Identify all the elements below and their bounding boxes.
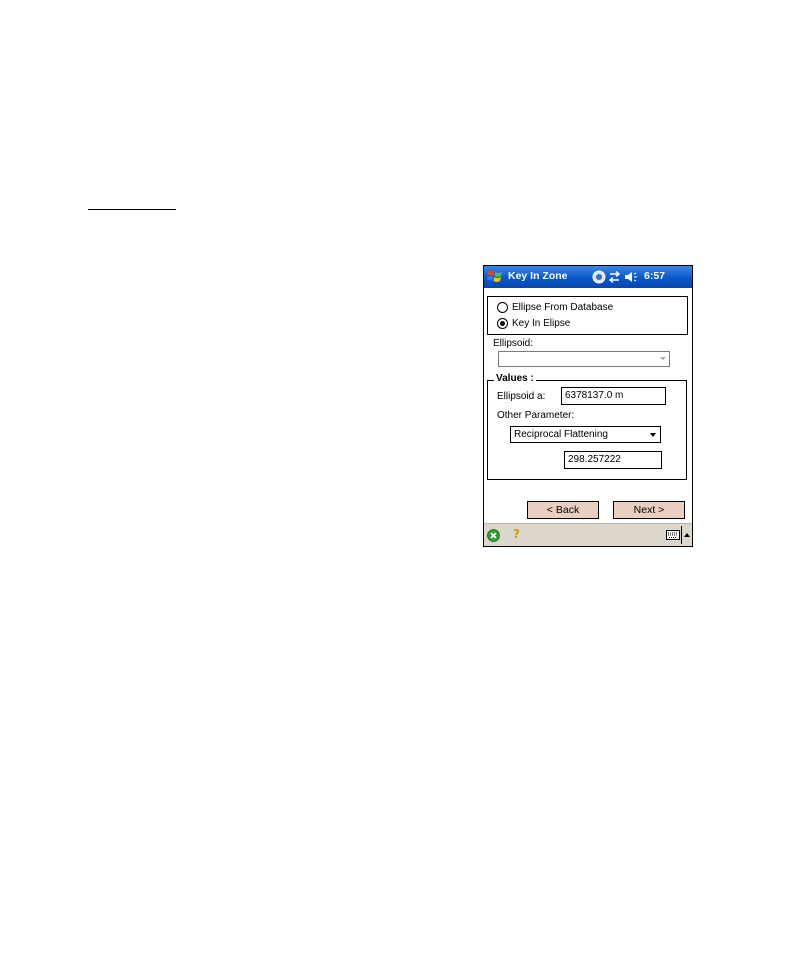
dropdown-arrow-icon [650, 433, 656, 437]
ellipsoid-dropdown[interactable] [498, 351, 670, 367]
radio-button-key-in[interactable] [497, 317, 508, 329]
values-legend: Values : [494, 373, 536, 384]
sip-arrow-icon[interactable] [684, 533, 690, 537]
pocketpc-screen: Key In Zone 6:57 Ellipse From Database K… [483, 265, 693, 547]
next-button[interactable]: Next > [613, 501, 685, 519]
radio-ellipse-from-database[interactable]: Ellipse From Database [497, 300, 613, 314]
radio-label-key-in: Key In Elipse [512, 317, 571, 329]
radio-label-database: Ellipse From Database [512, 301, 614, 313]
page-rule [88, 209, 176, 210]
ellipsoid-a-label: Ellipsoid a: [497, 391, 546, 402]
notification-icon[interactable] [592, 270, 606, 284]
other-parameter-value: Reciprocal Flattening [514, 429, 608, 440]
ellipse-source-group: Ellipse From Database Key In Elipse [487, 296, 688, 335]
keyboard-icon[interactable] [666, 530, 680, 540]
status-icons [592, 270, 637, 284]
radio-button-database[interactable] [497, 301, 508, 313]
ellipsoid-label: Ellipsoid: [493, 338, 534, 349]
other-parameter-label: Other Parameter: [497, 410, 575, 421]
sip-divider [681, 526, 682, 544]
back-button[interactable]: < Back [527, 501, 599, 519]
dropdown-arrow-icon [660, 357, 666, 360]
bottom-bar: ? [484, 523, 692, 546]
clock[interactable]: 6:57 [644, 270, 665, 282]
values-group: Values : Ellipsoid a: 6378137.0 m Other … [487, 373, 687, 480]
app-title: Key In Zone [508, 270, 568, 282]
speaker-icon[interactable] [625, 272, 637, 282]
windows-start-icon[interactable] [486, 268, 504, 286]
form-content: Ellipse From Database Key In Elipse Elli… [484, 288, 692, 523]
connectivity-icon[interactable] [608, 270, 621, 284]
reciprocal-flattening-input[interactable]: 298.257222 [564, 451, 662, 469]
close-icon[interactable] [487, 529, 500, 542]
radio-key-in-elipse[interactable]: Key In Elipse [497, 316, 570, 330]
ellipsoid-a-input[interactable]: 6378137.0 m [561, 387, 666, 405]
other-parameter-dropdown[interactable]: Reciprocal Flattening [510, 426, 661, 443]
title-bar: Key In Zone 6:57 [484, 266, 692, 288]
help-icon[interactable]: ? [513, 527, 520, 541]
